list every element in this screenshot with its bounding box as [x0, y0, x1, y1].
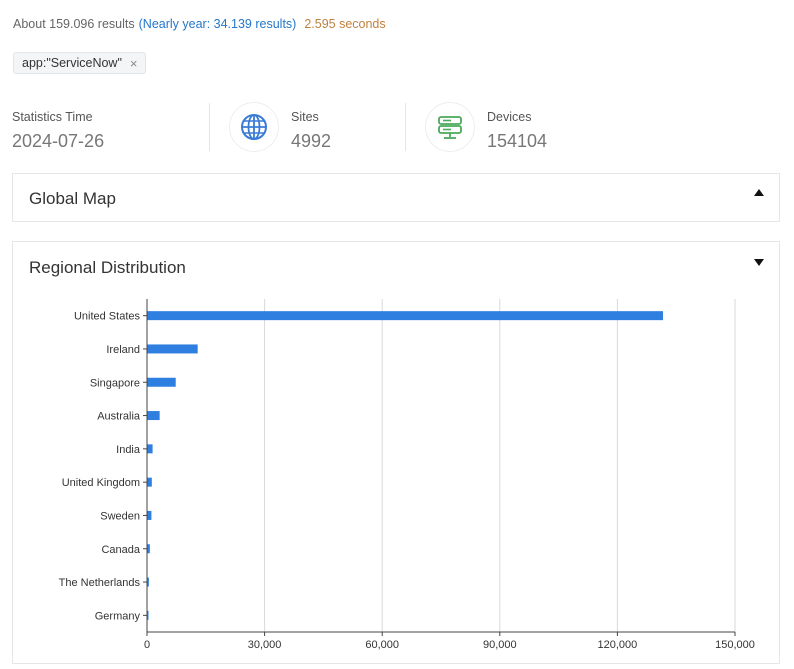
bar: [147, 444, 153, 454]
regional-distribution-panel: Regional Distribution 0 30,000 60,000 90,00…: [12, 241, 780, 664]
y-tick-label: Australia: [97, 411, 141, 423]
nearly-year-link[interactable]: (Nearly year: 34.139 results): [139, 17, 297, 31]
y-tick-label: Ireland: [106, 344, 140, 356]
stat-label: Statistics Time: [12, 110, 93, 124]
bar: [147, 577, 149, 587]
x-tick-label: 90,000: [483, 639, 517, 651]
bar: [147, 610, 149, 620]
y-tick-label: Sweden: [100, 510, 140, 522]
filter-tag: app:"ServiceNow" ×: [13, 52, 147, 74]
stat-value: 4992: [291, 131, 332, 151]
regional-bar-chart: 0 30,000 60,000 90,000 120,000 150,000 United …: [59, 299, 755, 651]
stat-value: 154104: [487, 131, 548, 151]
bar: [147, 411, 160, 421]
x-tick-label: 60,000: [365, 639, 399, 651]
bar: [147, 477, 152, 487]
y-tick-label: Germany: [95, 610, 141, 622]
global-map-panel: Global Map: [12, 173, 780, 222]
globe-icon: [229, 102, 279, 152]
search-time: 2.595 seconds: [304, 17, 386, 31]
bar: [147, 344, 198, 354]
filter-tag-label: app:"ServiceNow": [22, 56, 122, 70]
x-tick-label: 150,000: [715, 639, 755, 651]
bar: [147, 377, 176, 387]
stat-value: 2024-07-26: [12, 131, 105, 151]
stat-label: Devices: [487, 110, 532, 124]
stats-bar: Statistics Time 2024-07-26 Sites 4992 De…: [0, 100, 794, 156]
bar: [147, 510, 152, 520]
x-tick-label: 30,000: [248, 639, 282, 651]
x-tick-label: 120,000: [598, 639, 638, 651]
results-count: About 159.096 results: [13, 17, 135, 31]
bar: [147, 544, 150, 554]
stat-divider: [405, 103, 406, 151]
y-tick-label: India: [116, 444, 141, 456]
y-tick-label: United Kingdom: [62, 477, 140, 489]
server-icon: [425, 102, 475, 152]
stat-divider: [209, 103, 210, 151]
collapse-toggle-icon[interactable]: [754, 189, 764, 196]
y-tick-label: Canada: [101, 544, 140, 556]
y-tick-label: The Netherlands: [59, 577, 141, 589]
panel-title: Global Map: [29, 189, 116, 208]
y-tick-label: Singapore: [90, 377, 140, 389]
results-summary: About 159.096 results (Nearly year: 34.13…: [13, 17, 386, 31]
y-tick-label: United States: [74, 311, 141, 323]
stat-label: Sites: [291, 110, 319, 124]
x-tick-label: 0: [144, 639, 150, 651]
bar: [147, 311, 663, 321]
close-icon[interactable]: ×: [130, 56, 138, 71]
